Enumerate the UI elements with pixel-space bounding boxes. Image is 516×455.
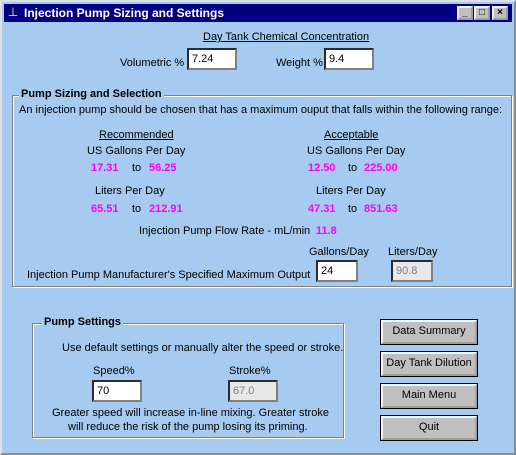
minimize-button[interactable]: _ [457, 6, 473, 20]
max-output-label: Injection Pump Manufacturer's Specified … [27, 269, 311, 281]
sizing-intro-text: An injection pump should be chosen that … [19, 104, 503, 116]
data-summary-button[interactable]: Data Summary [380, 319, 478, 345]
settings-note-line1: Greater speed will increase in-line mixi… [52, 407, 329, 419]
pump-sizing-group [12, 95, 512, 287]
max-output-gallons-input[interactable]: 24 [316, 260, 358, 282]
max-output-liters-field: 90.8 [391, 260, 433, 282]
settings-intro-text: Use default settings or manually alter t… [62, 342, 344, 354]
settings-note-line2: will reduce the risk of the pump losing … [68, 421, 308, 433]
recommended-lpd-max: 212.91 [149, 203, 183, 215]
main-menu-button[interactable]: Main Menu [380, 383, 478, 409]
window-title: Injection Pump Sizing and Settings [24, 6, 225, 20]
liters-day-column-label: Liters/Day [388, 246, 438, 258]
acceptable-gpd-label: US Gallons Per Day [307, 145, 406, 157]
to-label: to [132, 162, 142, 174]
acceptable-lpd-max: 851.63 [364, 203, 398, 215]
acceptable-gpd-max: 225.00 [364, 162, 398, 174]
recommended-lpd-min: 65.51 [91, 203, 119, 215]
gallons-day-column-label: Gallons/Day [309, 246, 369, 258]
speed-input[interactable]: 70 [92, 380, 142, 402]
close-button[interactable]: × [492, 6, 508, 20]
stroke-field: 67.0 [228, 380, 278, 402]
pump-sizing-title: Pump Sizing and Selection [19, 88, 164, 100]
day-tank-dilution-button[interactable]: Day Tank Dilution [380, 351, 478, 377]
stroke-label: Stroke% [229, 365, 271, 377]
pump-sizing-window: ⊥ Injection Pump Sizing and Settings _ □… [0, 0, 516, 455]
volumetric-input[interactable]: 7.24 [187, 48, 237, 70]
acceptable-gpd-min: 12.50 [308, 162, 336, 174]
recommended-gpd-max: 56.25 [149, 162, 177, 174]
acceptable-lpd-min: 47.31 [308, 203, 336, 215]
pump-settings-title: Pump Settings [42, 316, 124, 328]
weight-label: Weight % [276, 57, 323, 69]
volumetric-label: Volumetric % [120, 57, 185, 69]
speed-label: Speed% [93, 365, 135, 377]
weight-input[interactable]: 9.4 [324, 48, 374, 70]
flow-rate-value: 11.8 [316, 225, 337, 237]
recommended-gpd-label: US Gallons Per Day [87, 145, 186, 157]
to-label: to [132, 203, 142, 215]
recommended-lpd-label: Liters Per Day [95, 185, 165, 197]
app-icon: ⊥ [7, 5, 19, 19]
flow-rate-label: Injection Pump Flow Rate - mL/min [139, 225, 311, 237]
to-label: to [348, 203, 358, 215]
recommended-gpd-min: 17.31 [91, 162, 119, 174]
to-label: to [348, 162, 358, 174]
acceptable-heading: Acceptable [324, 129, 379, 141]
title-bar[interactable]: ⊥ Injection Pump Sizing and Settings _ □… [4, 4, 512, 22]
recommended-heading: Recommended [99, 129, 174, 141]
concentration-heading: Day Tank Chemical Concentration [203, 31, 370, 43]
quit-button[interactable]: Quit [380, 415, 478, 441]
acceptable-lpd-label: Liters Per Day [316, 185, 386, 197]
maximize-button[interactable]: □ [474, 6, 490, 20]
